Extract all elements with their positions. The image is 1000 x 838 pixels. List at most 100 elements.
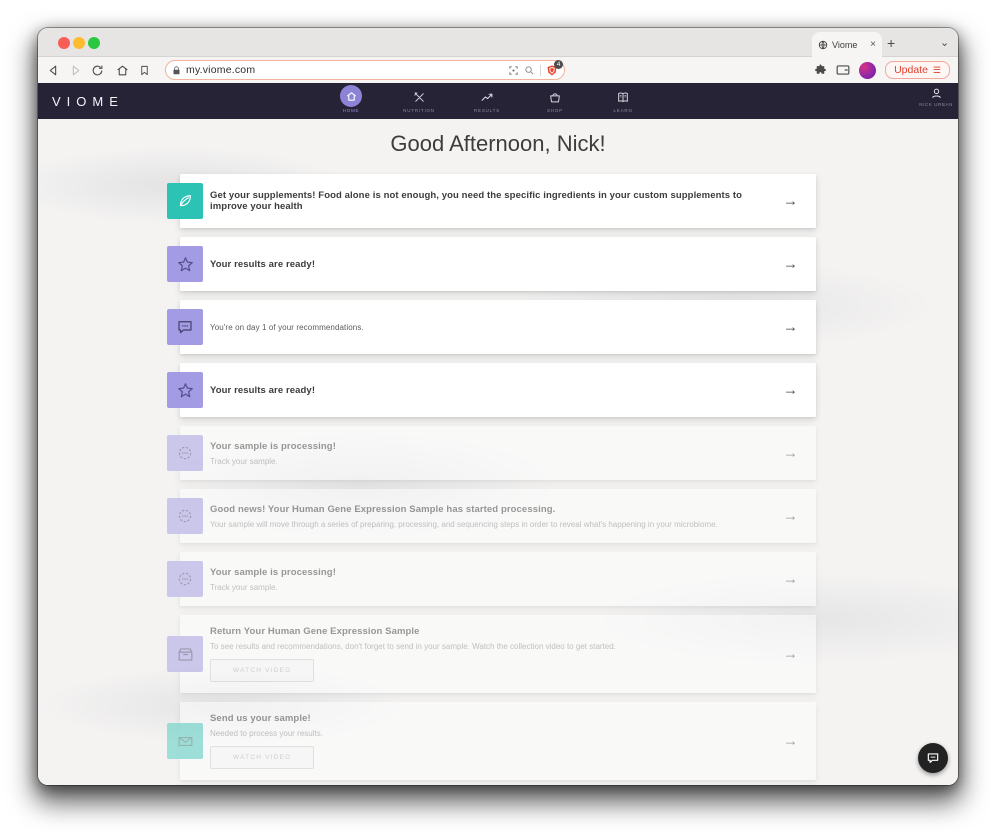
arrow-right-icon[interactable]: → (783, 733, 798, 750)
profile-avatar[interactable] (859, 61, 877, 79)
bookmark-icon[interactable] (139, 64, 150, 77)
arrow-right-icon[interactable]: → (783, 508, 798, 525)
card-title: You're on day 1 of your recommendations. (210, 322, 364, 332)
arrow-right-icon[interactable]: → (783, 382, 798, 399)
url-text[interactable]: my.viome.com (186, 64, 503, 76)
star-icon (167, 372, 203, 408)
browser-titlebar: Viome × + ⌄ (38, 28, 958, 57)
nav-label-learn: LEARN (613, 108, 633, 113)
update-label: Update (894, 64, 928, 76)
home-icon (340, 85, 362, 107)
nav-item-shop[interactable]: SHOP (521, 83, 589, 113)
mail-sample-icon (167, 723, 203, 759)
home-button[interactable] (116, 64, 129, 77)
zoom-page-icon[interactable] (524, 65, 535, 76)
processing-dots-icon (167, 561, 203, 597)
desktop: Viome × + ⌄ my.viome.com 4 Update ☰ VIOM… (0, 0, 1000, 838)
tab-search-chevron-icon[interactable]: ⌄ (940, 36, 949, 49)
lock-icon (172, 65, 181, 76)
back-button[interactable] (47, 64, 60, 77)
card-subtitle: Track your sample. (210, 456, 278, 466)
tab-close-icon[interactable]: × (870, 39, 876, 50)
watch-video-button[interactable]: WATCH VIDEO (210, 746, 315, 769)
nav-label-home: HOME (342, 108, 360, 113)
star-icon (167, 246, 203, 282)
new-tab-button[interactable]: + (887, 35, 895, 51)
card-title: Send us your sample! (210, 713, 311, 724)
notification-cards: Get your supplements! Food alone is not … (167, 174, 816, 785)
leaf-icon (167, 183, 203, 219)
card-supplements[interactable]: Get your supplements! Food alone is not … (167, 174, 816, 228)
card-title: Get your supplements! Food alone is not … (210, 190, 743, 212)
arrow-right-icon[interactable]: → (783, 256, 798, 273)
arrow-right-icon[interactable]: → (783, 571, 798, 588)
card-send-sample[interactable]: Send us your sample! Needed to process y… (167, 702, 816, 780)
viome-logo[interactable]: VIOME (52, 94, 124, 109)
card-subtitle: Your sample will move through a series o… (210, 519, 718, 529)
qr-scan-icon[interactable] (508, 65, 519, 76)
greeting-heading: Good Afternoon, Nick! (390, 131, 606, 156)
chat-support-button[interactable] (918, 743, 948, 773)
processing-dots-icon (167, 498, 203, 534)
card-return-sample[interactable]: Return Your Human Gene Expression Sample… (167, 615, 816, 693)
update-menu-button[interactable]: Update ☰ (885, 61, 950, 79)
arrow-right-icon[interactable]: → (783, 319, 798, 336)
card-title: Return Your Human Gene Expression Sample (210, 626, 420, 637)
card-subtitle: Needed to process your results. (210, 729, 323, 738)
card-title: Good news! Your Human Gene Expression Sa… (210, 503, 556, 515)
basket-icon (548, 87, 562, 107)
toolbar-right-cluster: Update ☰ (814, 57, 950, 83)
browser-window: Viome × + ⌄ my.viome.com 4 Update ☰ VIOM… (38, 28, 958, 785)
arrow-right-icon[interactable]: → (783, 646, 798, 663)
chart-trend-icon (480, 87, 494, 107)
utensils-icon (413, 87, 426, 107)
arrow-right-icon[interactable]: → (783, 445, 798, 462)
card-title: Your sample is processing! (210, 440, 336, 452)
nav-item-profile[interactable]: NICK URBAN (919, 87, 953, 107)
chat-icon (926, 751, 940, 765)
nav-label-nutrition: NUTRITION (403, 108, 435, 113)
viome-nav-items: HOME NUTRITION RESULTS SHOP LEARN (317, 83, 657, 113)
page-content: Good Afternoon, Nick! Get your supplemen… (38, 119, 958, 785)
fullscreen-window-button[interactable] (88, 37, 100, 49)
card-day1-recommendations[interactable]: You're on day 1 of your recommendations.… (167, 300, 816, 354)
card-sample-processing-2[interactable]: Your sample is processing! Track your sa… (167, 552, 816, 606)
card-title: Your sample is processing! (210, 566, 336, 578)
profile-name: NICK URBAN (919, 102, 953, 107)
minimize-window-button[interactable] (73, 37, 85, 49)
nav-label-results: RESULTS (473, 108, 501, 113)
close-window-button[interactable] (58, 37, 70, 49)
wallet-icon[interactable] (836, 64, 850, 76)
url-bar[interactable]: my.viome.com 4 (165, 59, 565, 80)
card-gene-expression-started[interactable]: Good news! Your Human Gene Expression Sa… (167, 489, 816, 543)
chat-bubble-icon (167, 309, 203, 345)
reload-button[interactable] (91, 64, 104, 77)
nav-item-results[interactable]: RESULTS (453, 83, 521, 113)
globe-icon (818, 40, 828, 50)
book-icon (616, 87, 630, 107)
shield-badge: 4 (554, 59, 563, 69)
card-subtitle: Track your sample. (210, 582, 278, 592)
card-results-ready[interactable]: Your results are ready! → (167, 237, 816, 291)
card-title: Your results are ready! (210, 384, 316, 396)
card-sample-processing[interactable]: Your sample is processing! Track your sa… (167, 426, 816, 480)
card-subtitle: To see results and recommendations, don'… (210, 642, 616, 651)
divider (540, 64, 541, 76)
nav-item-home[interactable]: HOME (317, 83, 385, 113)
card-results-ready-2[interactable]: Your results are ready! → (167, 363, 816, 417)
processing-dots-icon (167, 435, 203, 471)
forward-button[interactable] (69, 64, 82, 77)
tab-title: Viome (832, 39, 858, 50)
nav-item-nutrition[interactable]: NUTRITION (385, 83, 453, 113)
extensions-puzzle-icon[interactable] (814, 64, 827, 77)
nav-item-learn[interactable]: LEARN (589, 83, 657, 113)
watch-video-button[interactable]: WATCH VIDEO (210, 659, 315, 682)
browser-toolbar: my.viome.com 4 Update ☰ (38, 57, 958, 83)
brave-shield-icon[interactable]: 4 (546, 59, 563, 77)
viome-navbar: VIOME HOME NUTRITION RESULTS SHOP LEARN … (38, 83, 958, 119)
hamburger-menu-icon: ☰ (932, 64, 941, 75)
arrow-right-icon[interactable]: → (783, 193, 798, 210)
person-icon (930, 87, 943, 100)
package-icon (167, 636, 203, 672)
browser-tab-viome[interactable]: Viome × (812, 32, 882, 57)
